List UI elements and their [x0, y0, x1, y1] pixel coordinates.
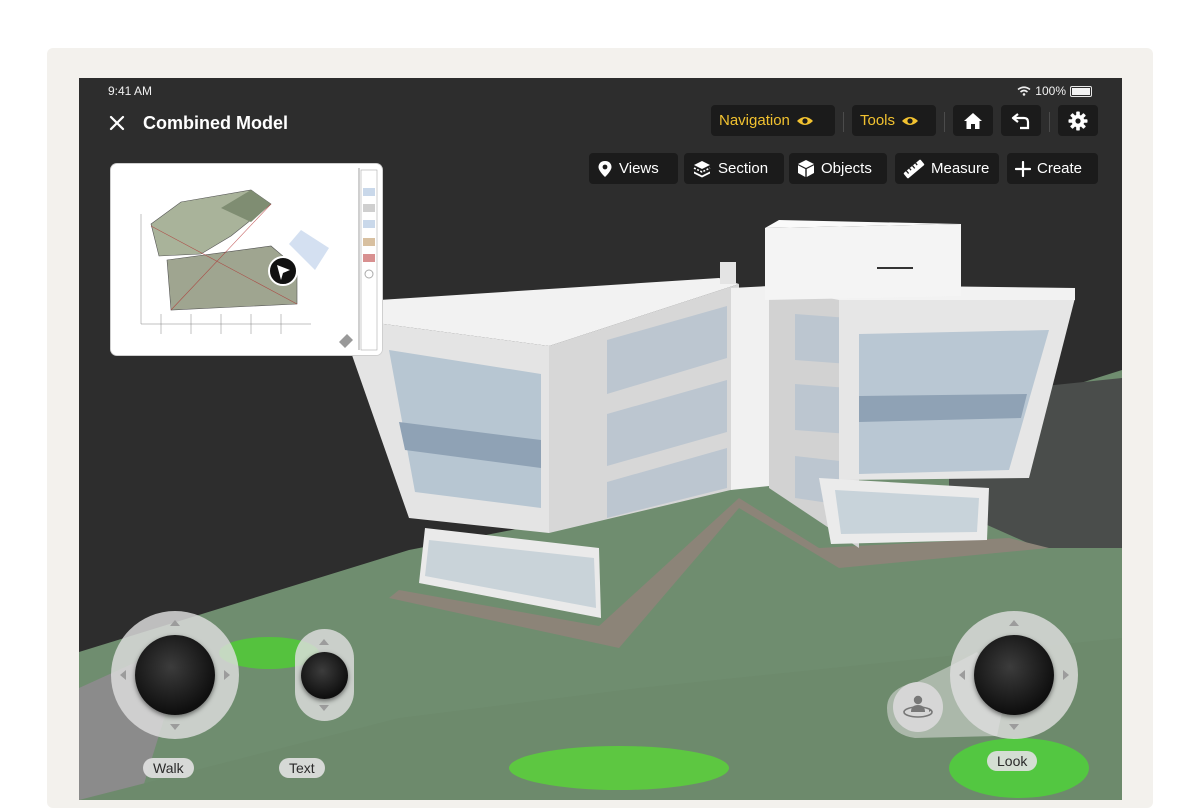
section-label: Section	[718, 160, 769, 177]
walk-label: Walk	[143, 758, 194, 778]
look-joystick[interactable]	[950, 611, 1078, 739]
objects-button[interactable]: Objects	[789, 153, 887, 184]
model-viewer[interactable]: 9:41 AM 100% Combined Model Navigation T…	[79, 78, 1122, 800]
wifi-icon	[1017, 86, 1031, 96]
home-icon	[964, 112, 982, 129]
chevron-right-icon	[224, 670, 230, 680]
toolbar-divider	[843, 112, 844, 132]
navigation-label: Navigation	[719, 112, 790, 129]
text-label: Text	[279, 758, 325, 778]
chevron-down-icon	[170, 724, 180, 730]
tools-toggle[interactable]: Tools	[852, 105, 936, 136]
ruler-icon	[903, 159, 925, 178]
look-joystick-knob[interactable]	[974, 635, 1054, 715]
floor-plan-minimap[interactable]	[111, 164, 382, 355]
measure-button[interactable]: Measure	[895, 153, 999, 184]
chevron-left-icon	[959, 670, 965, 680]
page-title: Combined Model	[143, 113, 288, 133]
battery-icon	[1070, 85, 1092, 97]
chevron-up-icon	[1009, 620, 1019, 626]
section-button[interactable]: Section	[684, 153, 784, 184]
chevron-up-icon	[170, 620, 180, 626]
settings-button[interactable]	[1058, 105, 1098, 136]
create-label: Create	[1037, 160, 1083, 177]
penthouse	[765, 224, 961, 300]
toolbar-divider	[1049, 112, 1050, 132]
person-orbit-icon	[903, 695, 933, 718]
eye-icon	[796, 116, 813, 125]
navigation-toggle[interactable]: Navigation	[711, 105, 835, 136]
walk-joystick[interactable]	[111, 611, 239, 739]
toolbar-divider	[944, 112, 945, 132]
chevron-left-icon	[120, 670, 126, 680]
views-button[interactable]: Views	[589, 153, 678, 184]
cube-icon	[798, 160, 814, 177]
battery-percent: 100%	[1035, 84, 1066, 98]
close-icon	[109, 115, 125, 131]
objects-label: Objects	[821, 160, 872, 177]
create-button[interactable]: Create	[1007, 153, 1098, 184]
text-joystick[interactable]	[295, 629, 354, 721]
chevron-down-icon	[319, 705, 329, 711]
eye-icon	[902, 116, 919, 125]
gear-icon	[1068, 111, 1088, 130]
chevron-down-icon	[1009, 724, 1019, 730]
home-button[interactable]	[953, 105, 993, 136]
floor-plan-drawing	[111, 164, 382, 355]
look-label: Look	[987, 751, 1038, 771]
plus-icon	[1015, 160, 1031, 177]
roof-unit	[720, 262, 736, 284]
avatar-view-button[interactable]	[893, 682, 943, 732]
stair-core	[731, 286, 769, 490]
section-box-icon	[693, 160, 711, 177]
close-button[interactable]	[107, 112, 127, 134]
undo-button[interactable]	[1001, 105, 1041, 136]
right-wing-band	[859, 394, 1027, 422]
shrub-patch	[509, 746, 729, 790]
pin-icon	[598, 160, 612, 177]
views-label: Views	[619, 160, 659, 177]
text-joystick-knob[interactable]	[301, 652, 348, 699]
chevron-right-icon	[1063, 670, 1069, 680]
walk-joystick-knob[interactable]	[135, 635, 215, 715]
status-indicators: 100%	[1017, 84, 1092, 98]
tools-label: Tools	[860, 112, 896, 129]
chevron-up-icon	[319, 639, 329, 645]
status-time: 9:41 AM	[108, 84, 153, 98]
undo-icon	[1011, 112, 1030, 129]
measure-label: Measure	[931, 160, 990, 177]
